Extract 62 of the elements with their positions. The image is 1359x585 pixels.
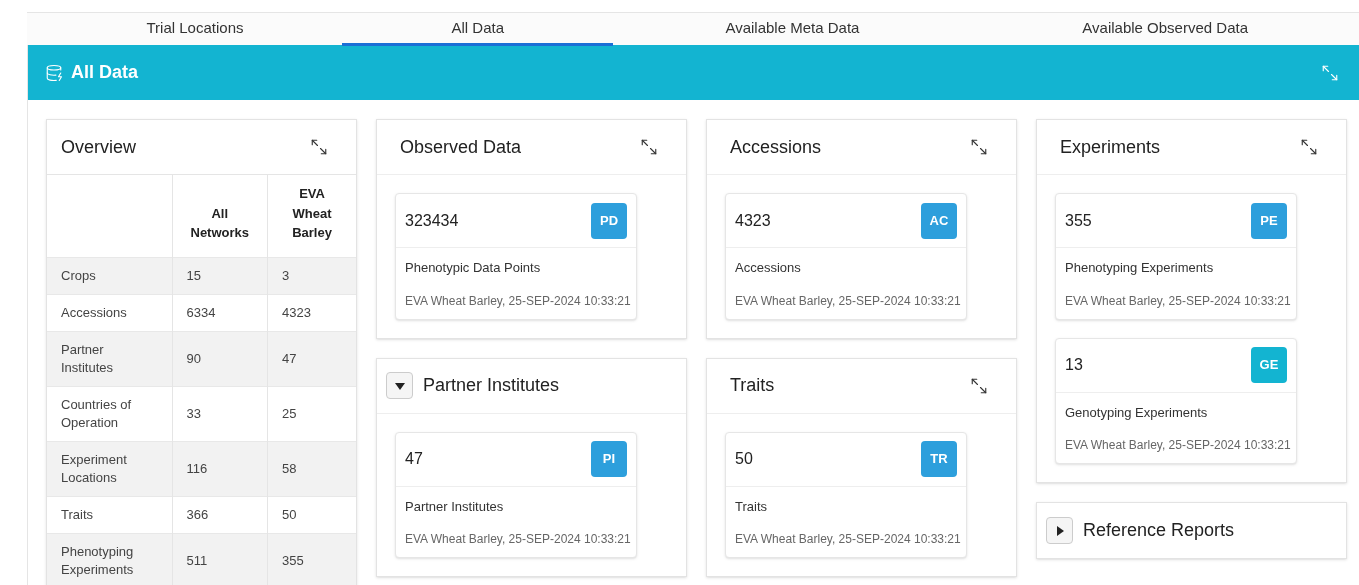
region-title: All Data	[71, 61, 139, 84]
metric-label: Partner Institutes	[405, 497, 505, 516]
table-cell: 90	[172, 331, 268, 386]
collapse-toggle[interactable]	[386, 372, 413, 399]
table-cell: Experiment Locations	[47, 441, 172, 496]
collapse-toggle[interactable]	[1046, 517, 1073, 544]
table-cell: 47	[267, 331, 356, 386]
region-title: Experiments	[1060, 135, 1161, 159]
region-title: Partner Institutes	[423, 374, 560, 397]
region-title: Traits	[730, 374, 775, 397]
table-cell: 33	[172, 386, 268, 441]
metric-label: Genotyping Experiments	[1065, 403, 1209, 422]
tab[interactable]: Trial Locations	[47, 13, 343, 46]
metric-label: Phenotyping Experiments	[1065, 259, 1215, 277]
table-cell: Partner Institutes	[47, 331, 172, 386]
metric-badge: PE	[1251, 202, 1287, 239]
table-header-cell: EVA Wheat Barley	[267, 175, 356, 257]
tab[interactable]: Available Meta Data	[613, 13, 972, 46]
caret-right-icon	[1054, 525, 1065, 536]
metric-value: 355	[1065, 210, 1092, 231]
table-cell: Phenotyping Experiments	[47, 533, 172, 585]
table-cell: 58	[267, 441, 356, 496]
expand-icon[interactable]	[970, 376, 988, 395]
tab[interactable]: Available Observed Data	[971, 13, 1359, 46]
expand-icon[interactable]	[1300, 138, 1318, 156]
table-cell: Crops	[47, 257, 172, 294]
table-cell: 4323	[267, 294, 356, 331]
table-cell: 6334	[172, 294, 268, 331]
region-title: Reference Reports	[1083, 519, 1235, 542]
table-cell: Traits	[47, 496, 172, 533]
table-cell: 3	[267, 257, 356, 294]
table-header-cell: All Networks	[172, 175, 268, 257]
metric-badge: PD	[591, 202, 627, 239]
expand-icon[interactable]	[310, 138, 328, 156]
metric-value: 50	[735, 449, 753, 469]
expand-icon[interactable]	[970, 138, 988, 156]
table-cell: 25	[267, 386, 356, 441]
metric-badge: PI	[591, 441, 627, 477]
metric-label: Phenotypic Data Points	[405, 259, 542, 277]
metric-value: 4323	[735, 210, 771, 231]
table-cell: 116	[172, 441, 268, 496]
metric-value: 323434	[405, 210, 459, 231]
region-title: Accessions	[730, 135, 822, 159]
metric-value: 13	[1065, 355, 1083, 375]
table-cell: 355	[267, 533, 356, 585]
metric-badge: AC	[921, 202, 957, 239]
table-cell: 50	[267, 496, 356, 533]
region-title: Overview	[61, 135, 136, 159]
metric-label: Traits	[735, 497, 769, 516]
table-cell: Countries of Operation	[47, 386, 172, 441]
expand-icon[interactable]	[640, 138, 658, 156]
metric-label: Accessions	[735, 259, 802, 277]
caret-down-icon	[394, 380, 405, 391]
table-cell: Accessions	[47, 294, 172, 331]
metric-value: 47	[405, 449, 423, 469]
table-cell: 366	[172, 496, 268, 533]
database-icon	[45, 63, 63, 82]
metric-badge: TR	[921, 441, 957, 477]
region-title: Observed Data	[400, 135, 522, 159]
table-cell: 15	[172, 257, 268, 294]
table-cell: 511	[172, 533, 268, 585]
metric-badge: GE	[1251, 347, 1287, 383]
